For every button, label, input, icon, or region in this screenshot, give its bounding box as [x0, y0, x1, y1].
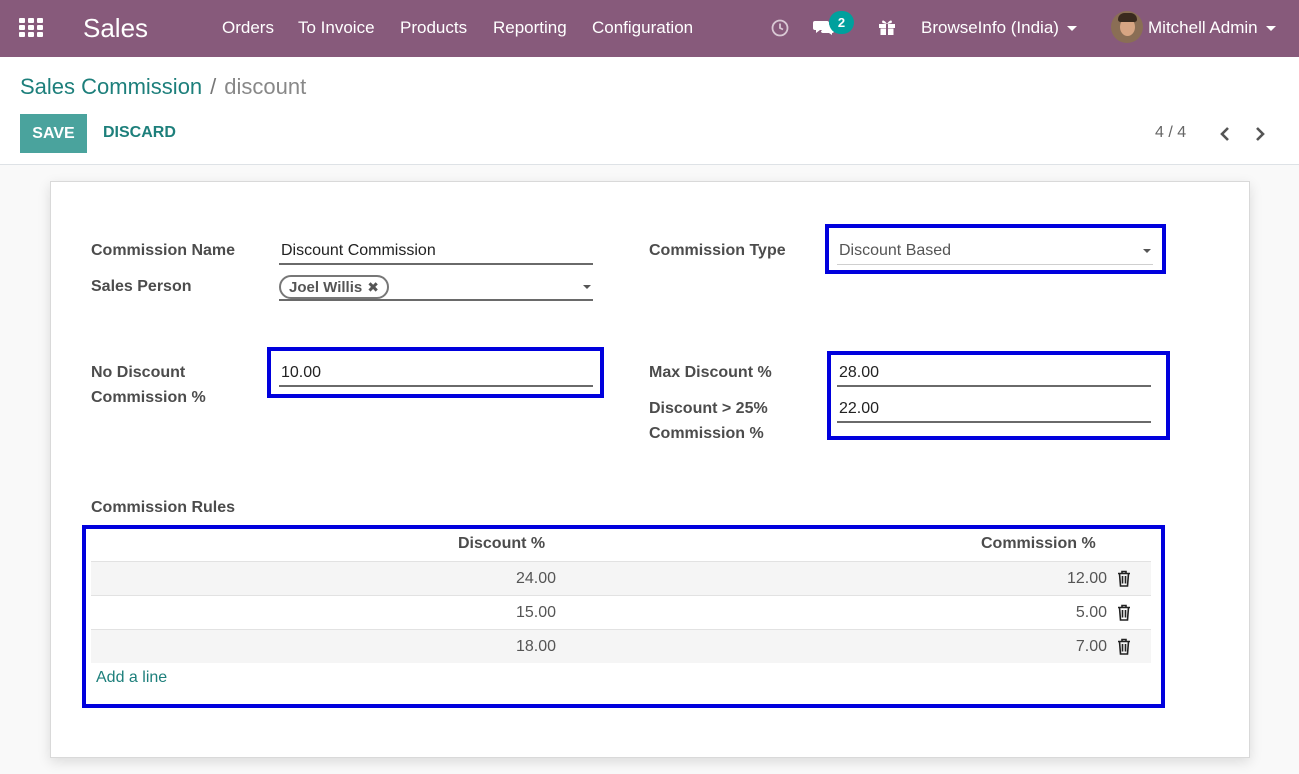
- avatar[interactable]: [1111, 11, 1143, 43]
- no-discount-commission-field[interactable]: 10.00: [279, 359, 593, 387]
- sales-person-tag-label: Joel Willis: [289, 279, 363, 296]
- trash-icon[interactable]: [1117, 604, 1131, 621]
- rule-discount-cell: 18.00: [515, 638, 556, 655]
- discount-gt-label: Discount > 25% Commission %: [649, 396, 768, 446]
- table-row[interactable]: 15.00 5.00: [91, 595, 1151, 629]
- no-discount-label-line2: Commission %: [91, 389, 206, 406]
- menu-reporting[interactable]: Reporting: [493, 18, 567, 38]
- add-line-link[interactable]: Add a line: [96, 669, 167, 687]
- user-menu[interactable]: Mitchell Admin: [1148, 18, 1276, 38]
- column-header-discount[interactable]: Discount %: [458, 535, 545, 553]
- commission-name-field[interactable]: Discount Commission: [279, 237, 593, 265]
- commission-type-label: Commission Type: [649, 242, 786, 259]
- chevron-down-icon[interactable]: [583, 285, 591, 289]
- menu-products[interactable]: Products: [400, 18, 467, 38]
- rule-discount-cell: 15.00: [515, 604, 556, 621]
- gift-icon[interactable]: [878, 18, 896, 36]
- chevron-down-icon: [1143, 249, 1151, 253]
- company-name: BrowseInfo (India): [921, 18, 1059, 37]
- table-row[interactable]: 24.00 12.00: [91, 561, 1151, 595]
- sales-person-tag: Joel Willis ✖: [279, 275, 389, 299]
- discard-button[interactable]: DISCARD: [103, 124, 176, 142]
- menu-configuration[interactable]: Configuration: [592, 18, 693, 38]
- pager-next-icon[interactable]: [1253, 125, 1267, 143]
- commission-name-label: Commission Name: [91, 242, 236, 259]
- column-header-commission[interactable]: Commission %: [981, 535, 1096, 553]
- rule-discount-cell: 24.00: [515, 570, 556, 587]
- rule-commission-cell: 5.00: [1075, 604, 1107, 621]
- commission-type-select[interactable]: Discount Based: [837, 237, 1153, 265]
- discount-gt-label-line2: Commission %: [649, 425, 764, 442]
- chevron-down-icon: [1265, 26, 1276, 32]
- max-discount-label: Max Discount %: [649, 364, 772, 381]
- company-switcher[interactable]: BrowseInfo (India): [921, 18, 1077, 38]
- max-discount-field[interactable]: 28.00: [837, 359, 1151, 387]
- pager-value: 4 / 4: [1155, 124, 1187, 141]
- apps-grid-icon[interactable]: [19, 18, 43, 38]
- commission-type-value: Discount Based: [839, 242, 952, 259]
- menu-orders[interactable]: Orders: [222, 18, 274, 38]
- no-discount-label: No Discount Commission %: [91, 360, 206, 410]
- commission-rules-label: Commission Rules: [91, 499, 236, 516]
- discount-gt-label-line1: Discount > 25%: [649, 400, 768, 417]
- pager-previous-icon[interactable]: [1218, 125, 1232, 143]
- control-panel: Sales Commission / discount SAVE DISCARD 4…: [0, 57, 1299, 165]
- chevron-down-icon: [1066, 26, 1077, 32]
- clock-icon[interactable]: [771, 19, 789, 37]
- user-name: Mitchell Admin: [1148, 18, 1258, 37]
- breadcrumb-current: discount: [224, 74, 307, 99]
- save-button[interactable]: SAVE: [20, 114, 87, 153]
- trash-icon[interactable]: [1117, 638, 1131, 655]
- rule-commission-cell: 7.00: [1075, 638, 1107, 655]
- breadcrumb: Sales Commission / discount: [20, 74, 306, 100]
- menu-to-invoice[interactable]: To Invoice: [298, 18, 375, 38]
- sales-person-label: Sales Person: [91, 278, 192, 295]
- no-discount-label-line1: No Discount: [91, 364, 186, 381]
- top-navbar: Sales Orders To Invoice Products Reporti…: [0, 0, 1299, 57]
- rule-commission-cell: 12.00: [1066, 570, 1107, 587]
- breadcrumb-separator: /: [210, 74, 217, 99]
- remove-tag-icon[interactable]: ✖: [367, 277, 379, 297]
- app-name[interactable]: Sales: [83, 13, 148, 44]
- trash-icon[interactable]: [1117, 570, 1131, 587]
- form-sheet: Commission Name Discount Commission Sale…: [50, 181, 1250, 758]
- discount-gt-commission-field[interactable]: 22.00: [837, 395, 1151, 423]
- messages-count-badge: 2: [829, 11, 854, 34]
- breadcrumb-parent[interactable]: Sales Commission: [20, 74, 202, 99]
- table-row[interactable]: 18.00 7.00: [91, 629, 1151, 663]
- sales-person-field[interactable]: Joel Willis ✖: [279, 273, 593, 301]
